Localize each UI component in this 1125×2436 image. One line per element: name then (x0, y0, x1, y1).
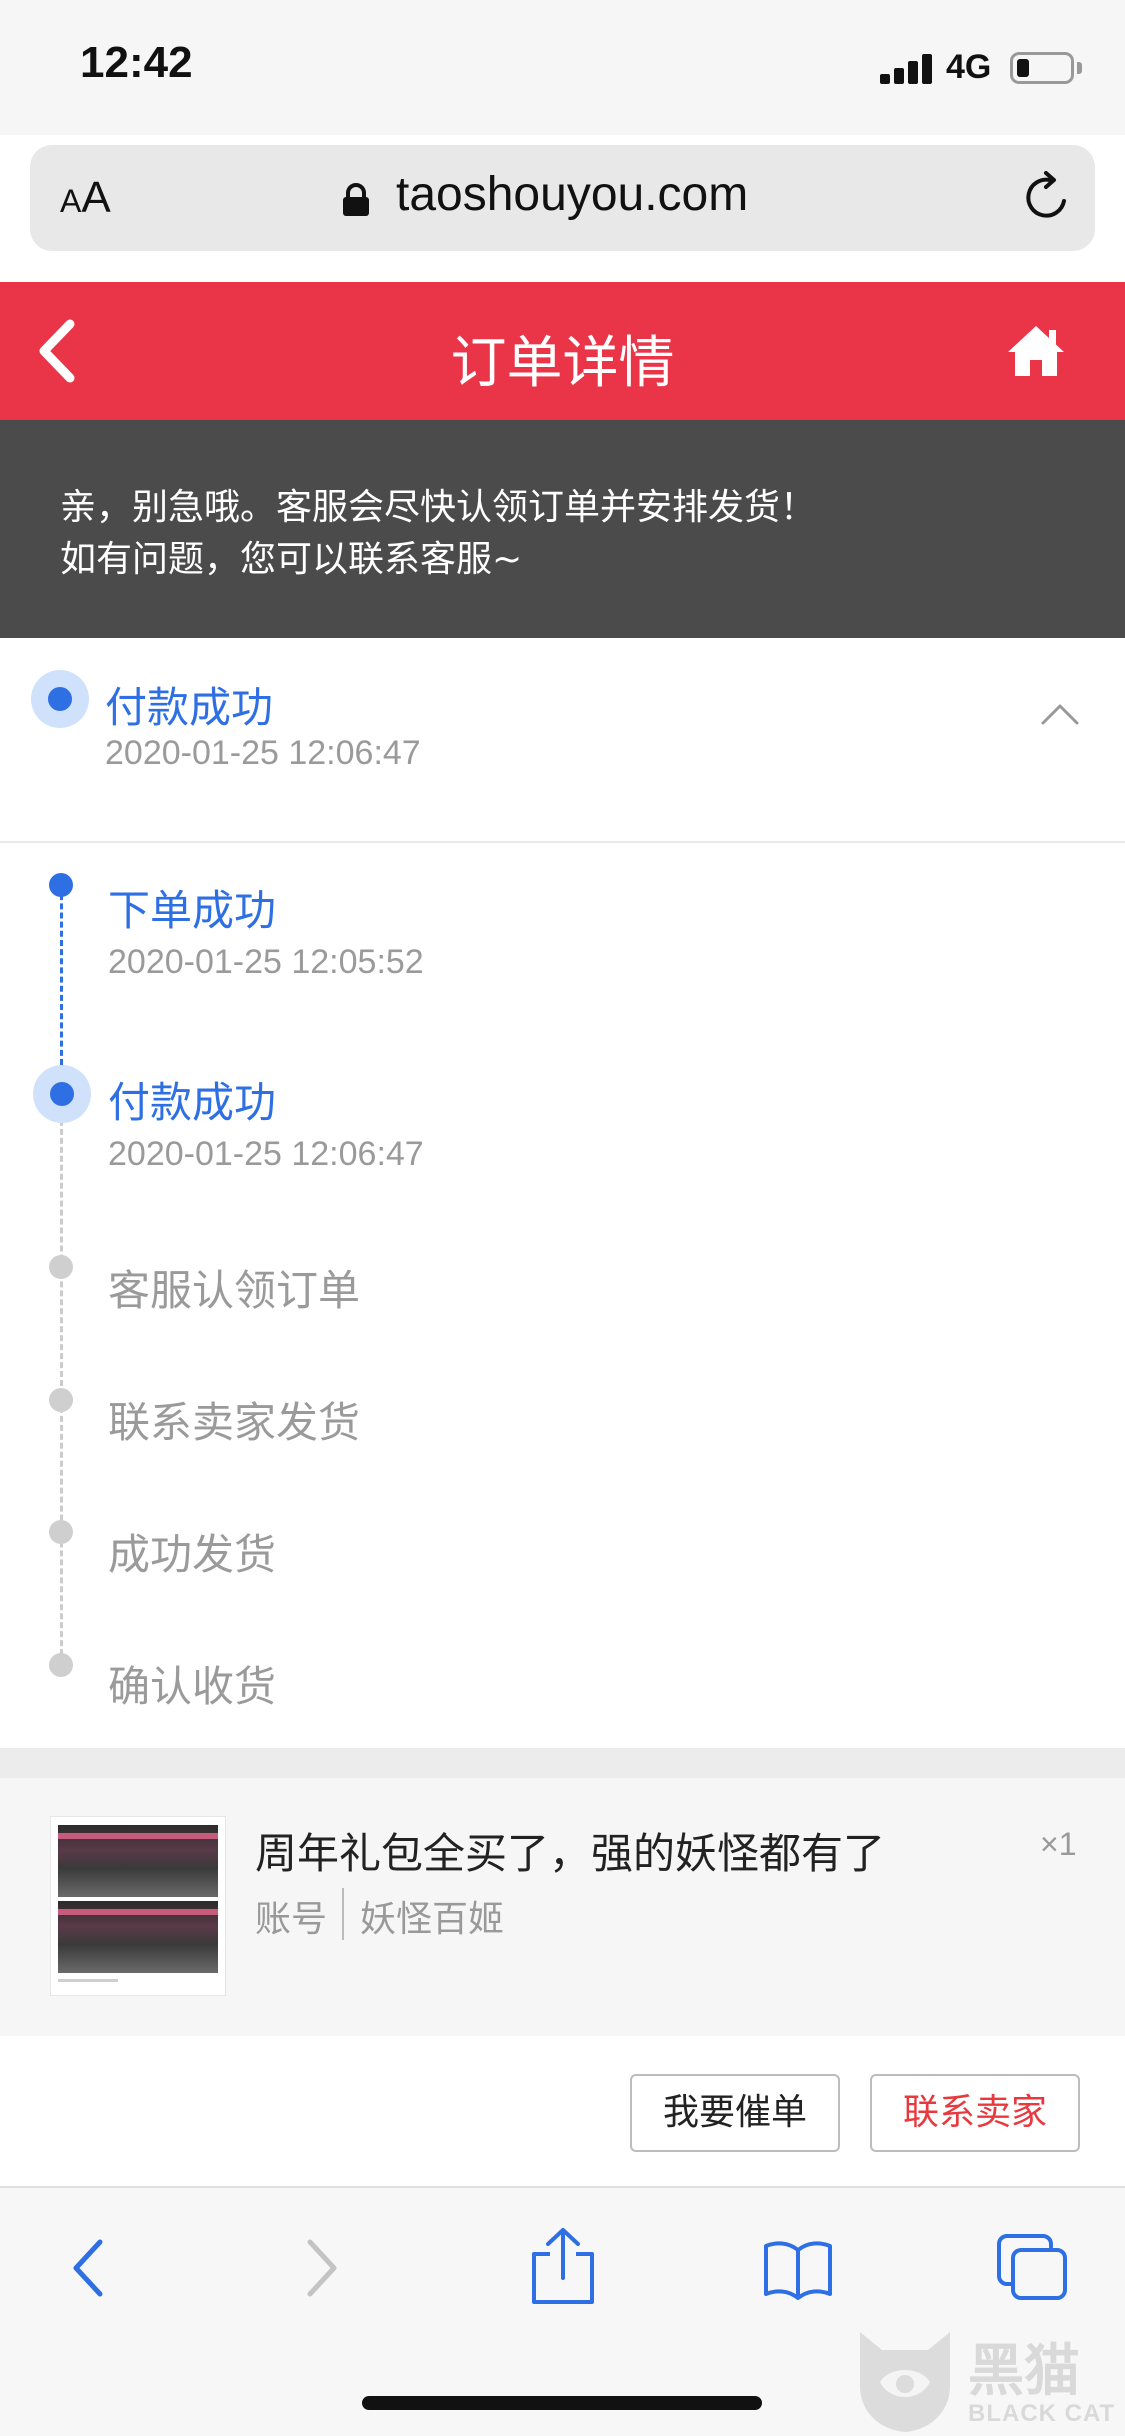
watermark-subtext: BLACK CAT (968, 2400, 1116, 2427)
address-bar[interactable]: AA taoshouyou.com (30, 145, 1095, 251)
back-icon[interactable] (66, 2236, 110, 2300)
tabs-icon[interactable] (995, 2232, 1071, 2304)
product-card[interactable]: 周年礼包全买了，强的妖怪都有了 ×1 账号 妖怪百姬 (0, 1778, 1125, 2036)
watermark-text: 黑猫 (968, 2339, 1080, 2404)
timeline-dot (49, 1520, 73, 1544)
timeline-line-pending (60, 1093, 63, 1673)
timeline-step-label: 下单成功 (108, 886, 277, 935)
reload-icon[interactable] (1020, 171, 1074, 225)
timeline-dot (49, 873, 73, 897)
timeline-step-label: 付款成功 (108, 1078, 277, 1127)
timeline-step-label: 联系卖家发货 (108, 1398, 361, 1447)
black-cat-watermark: 黑猫 BLACK CAT (850, 2322, 1125, 2436)
current-status-dot (31, 670, 89, 728)
timeline-dot (49, 1255, 73, 1279)
share-icon[interactable] (528, 2226, 598, 2306)
contact-seller-button[interactable]: 联系卖家 (870, 2074, 1080, 2152)
urge-order-button[interactable]: 我要催单 (630, 2074, 840, 2152)
timeline-dot (49, 1388, 73, 1412)
url-text[interactable]: taoshouyou.com (396, 167, 748, 222)
text-size-button[interactable]: AA (60, 173, 111, 223)
status-bar: 12:42 4G (0, 0, 1125, 135)
timeline-dot (49, 1653, 73, 1677)
current-status-label: 付款成功 (105, 683, 274, 732)
order-timeline: 下单成功 2020-01-25 12:05:52 付款成功 2020-01-25… (0, 843, 1125, 1748)
status-time: 12:42 (80, 38, 193, 87)
signal-icon (880, 52, 936, 84)
product-divider (342, 1888, 344, 1940)
chevron-up-icon[interactable] (1040, 702, 1080, 726)
timeline-step-time: 2020-01-25 12:05:52 (108, 943, 424, 981)
home-icon[interactable] (1005, 322, 1067, 380)
notice-banner: 亲，别急哦。客服会尽快认领订单并安排发货！ 如有问题，您可以联系客服~ (0, 420, 1125, 638)
product-thumbnail[interactable] (50, 1816, 226, 1996)
home-indicator[interactable] (362, 2396, 762, 2410)
timeline-step-label: 确认收货 (108, 1662, 277, 1711)
lock-icon (343, 183, 369, 216)
battery-icon (1010, 52, 1074, 84)
notice-line-1: 亲，别急哦。客服会尽快认领订单并安排发货！ (60, 487, 817, 528)
timeline-step-time: 2020-01-25 12:06:47 (108, 1135, 424, 1173)
forward-icon[interactable] (300, 2236, 344, 2300)
app-header: 订单详情 (0, 282, 1125, 420)
black-cat-logo-icon (860, 2332, 950, 2432)
timeline-step-label: 客服认领订单 (108, 1266, 361, 1315)
network-type: 4G (946, 48, 992, 86)
page-title: 订单详情 (450, 331, 675, 396)
current-status[interactable]: 付款成功 2020-01-25 12:06:47 (0, 638, 1125, 843)
product-type: 账号 (255, 1899, 328, 1940)
current-status-time: 2020-01-25 12:06:47 (105, 734, 421, 772)
product-game: 妖怪百姬 (360, 1899, 505, 1940)
battery-tip (1077, 62, 1082, 74)
action-bar: 我要催单 联系卖家 (0, 2036, 1125, 2186)
product-title: 周年礼包全买了，强的妖怪都有了 (255, 1829, 886, 1878)
timeline-line-done (60, 885, 63, 1065)
timeline-step-label: 成功发货 (108, 1530, 277, 1579)
bookmarks-icon[interactable] (762, 2236, 834, 2300)
notice-line-2: 如有问题，您可以联系客服~ (60, 539, 523, 580)
product-quantity: ×1 (1040, 1826, 1077, 1862)
section-separator (0, 1748, 1125, 1778)
timeline-dot-current (33, 1065, 91, 1123)
